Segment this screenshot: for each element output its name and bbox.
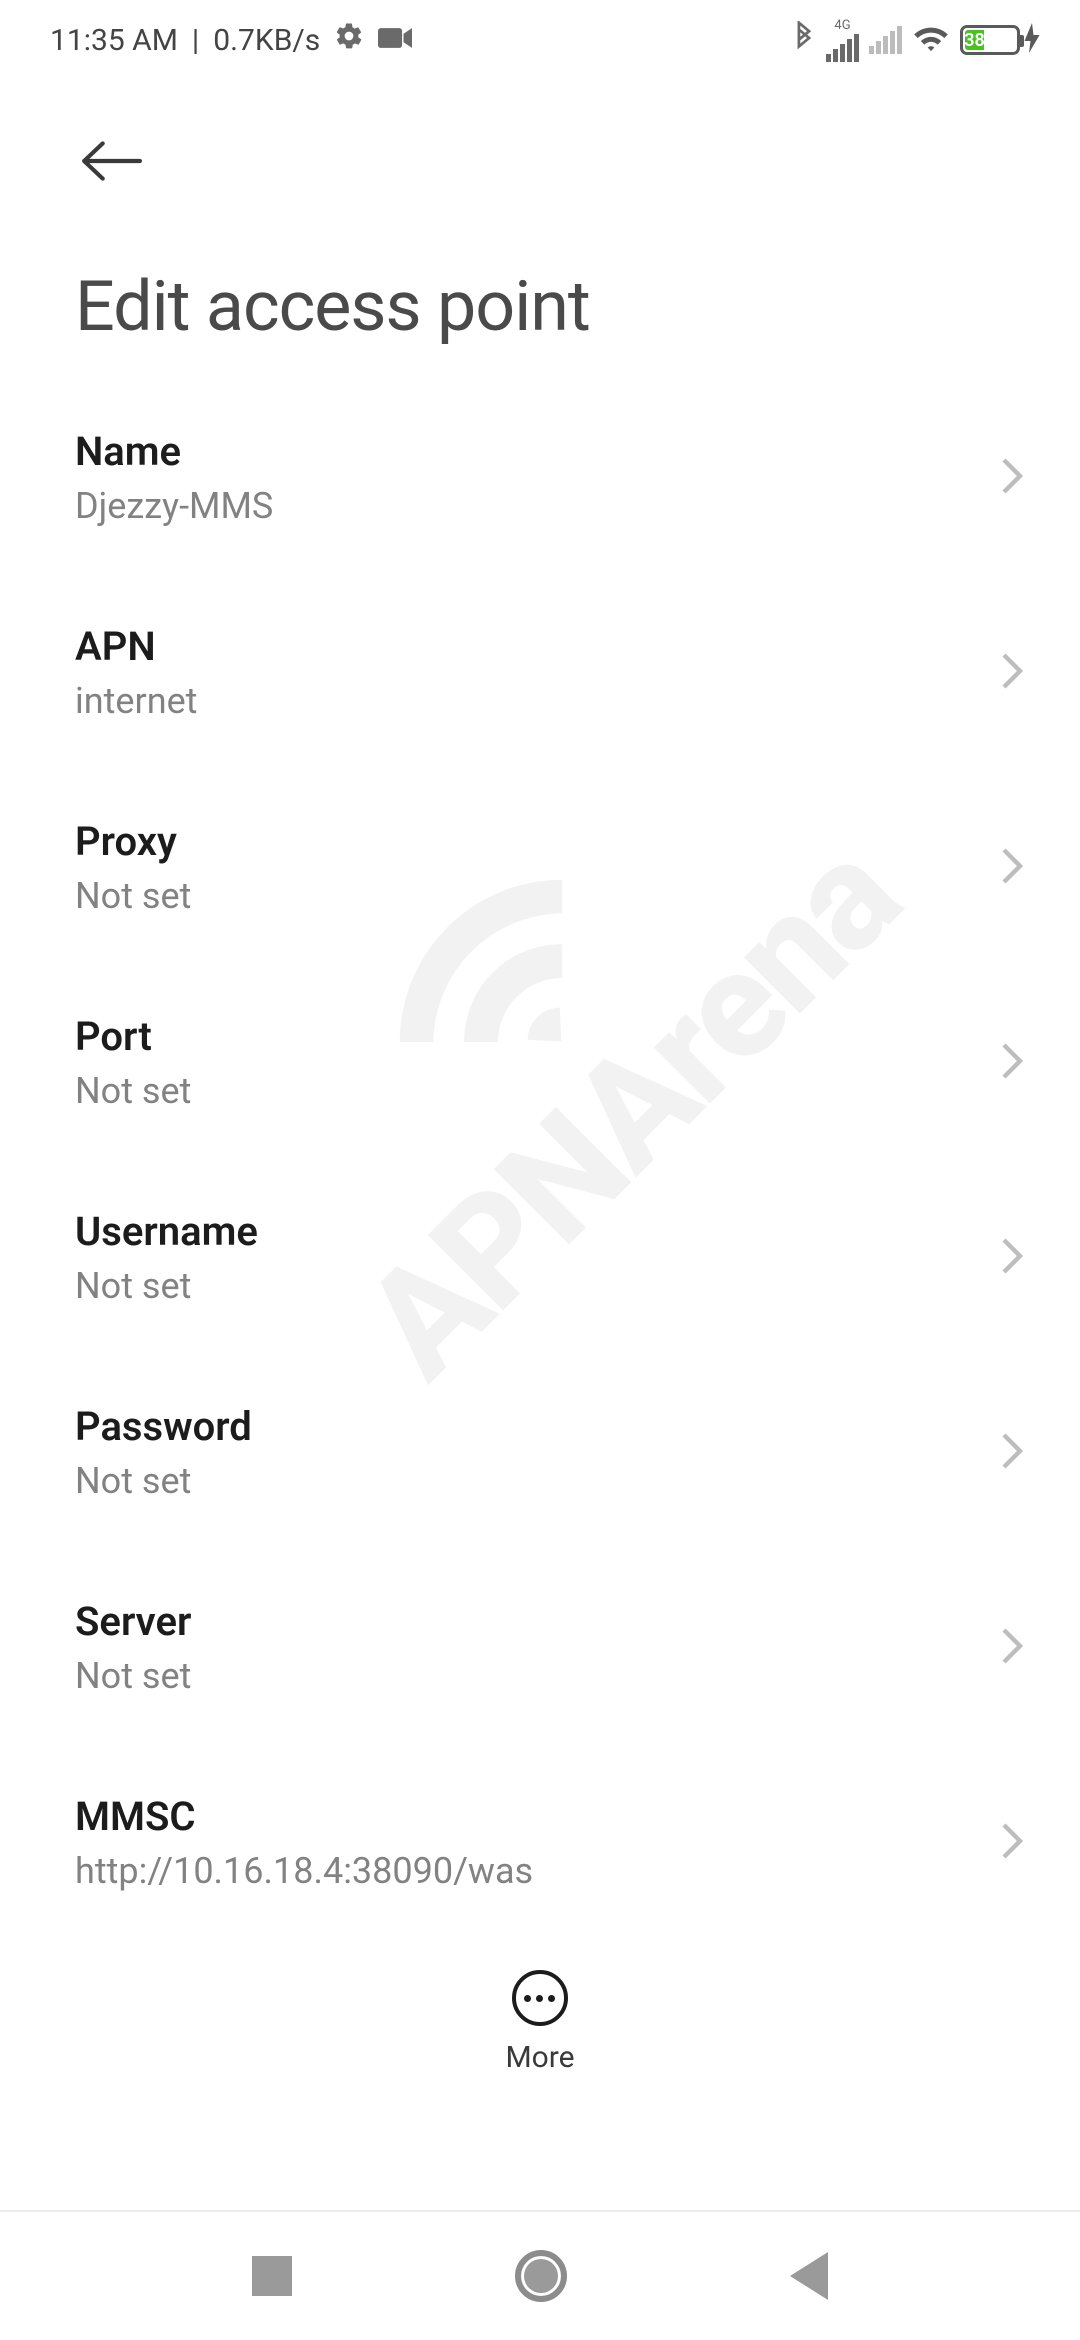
row-value: Not set [75,1265,258,1307]
row-label: Port [75,1013,191,1060]
row-label: MMSC [75,1793,533,1840]
chevron-right-icon [999,1236,1025,1280]
row-value: Not set [75,875,191,917]
more-icon [512,1970,568,2026]
row-mmsc[interactable]: MMSC http://10.16.18.4:38090/was [0,1743,1080,1938]
chevron-right-icon [999,1821,1025,1865]
chevron-right-icon [999,456,1025,500]
status-netspeed: 0.7KB/s [213,23,320,58]
chevron-right-icon [999,846,1025,890]
row-apn[interactable]: APN internet [0,573,1080,768]
bottom-toolbar: More [0,1950,1080,2115]
battery-indicator: 38 [960,23,1040,57]
settings-list: Name Djezzy-MMS APN internet Proxy Not s… [0,378,1080,1950]
row-server[interactable]: Server Not set [0,1548,1080,1743]
row-value: Not set [75,1655,191,1697]
row-username[interactable]: Username Not set [0,1158,1080,1353]
row-label: Proxy [75,818,191,865]
nav-home-button[interactable] [515,2250,567,2302]
row-mms-proxy[interactable]: MMS proxy 10.16.18.77 [0,1938,1080,1950]
more-button[interactable]: More [505,1970,574,2075]
chevron-right-icon [999,1431,1025,1475]
system-nav-bar [0,2210,1080,2340]
camera-icon [378,23,412,58]
row-value: Djezzy-MMS [75,485,273,527]
chevron-right-icon [999,1626,1025,1670]
row-label: Username [75,1208,258,1255]
row-label: Password [75,1403,252,1450]
signal-sim2 [869,26,902,54]
row-value: http://10.16.18.4:38090/was [75,1850,533,1892]
more-label: More [505,2040,574,2075]
status-time: 11:35 AM [50,23,178,58]
gear-icon [334,21,364,59]
status-bar: 11:35 AM | 0.7KB/s 4G [0,0,1080,80]
back-button[interactable] [80,167,142,186]
nav-back-button[interactable] [790,2252,828,2300]
signal-sim1: 4G [826,19,859,62]
row-label: Server [75,1598,191,1645]
bluetooth-icon [792,21,816,59]
chevron-right-icon [999,1041,1025,1085]
row-password[interactable]: Password Not set [0,1353,1080,1548]
row-name[interactable]: Name Djezzy-MMS [0,378,1080,573]
row-proxy[interactable]: Proxy Not set [0,768,1080,963]
row-value: Not set [75,1460,252,1502]
wifi-icon [912,23,950,57]
row-value: Not set [75,1070,191,1112]
page-title: Edit access point [0,186,1080,378]
chevron-right-icon [999,651,1025,695]
row-label: APN [75,623,197,670]
row-port[interactable]: Port Not set [0,963,1080,1158]
row-label: Name [75,428,273,475]
nav-recents-button[interactable] [252,2256,292,2296]
row-value: internet [75,680,197,722]
charging-icon [1024,23,1040,57]
